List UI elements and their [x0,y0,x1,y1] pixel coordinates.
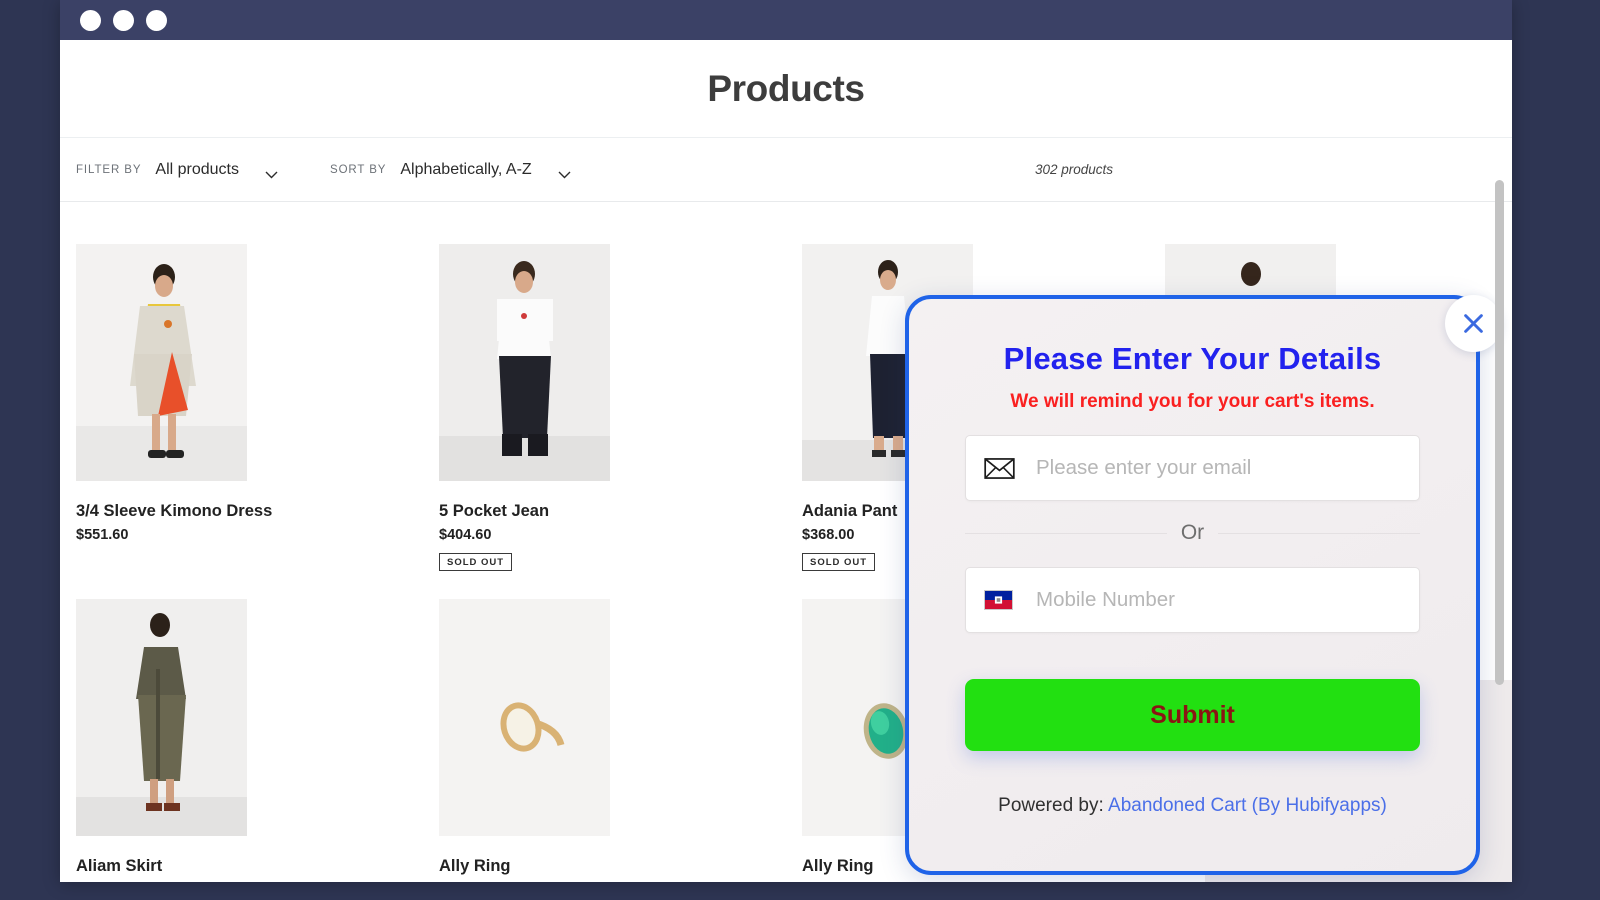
browser-window: Products FILTER BY All products SORT BY … [60,0,1512,882]
product-title: 3/4 Sleeve Kimono Dress [76,502,273,520]
haiti-flag-icon[interactable] [984,590,1026,610]
filter-by-label: FILTER BY [76,163,142,176]
product-price: $551.60 [76,527,129,543]
sort-by-select[interactable]: Alphabetically, A-Z [400,160,571,179]
window-close-dot[interactable] [80,9,101,31]
product-title: Aliam Skirt [76,857,163,875]
scrollbar-thumb[interactable] [1495,180,1504,685]
email-input[interactable] [1026,456,1419,480]
product-card[interactable]: 3/4 Sleeve Kimono Dress $551.60 [76,244,407,571]
product-card[interactable]: Ally Ring [439,599,770,876]
sold-out-badge: SOLD OUT [439,553,513,571]
close-button[interactable] [1445,295,1502,352]
divider-line-right [1218,532,1421,534]
submit-button[interactable]: Submit [965,679,1420,751]
window-minimize-dot[interactable] [113,9,134,31]
powered-by-row: Powered by: Abandoned Cart (By Hubifyapp… [965,795,1420,817]
product-title: Ally Ring [439,857,511,875]
page-title: Products [707,67,865,109]
or-label: Or [1180,521,1205,544]
envelope-icon [984,457,1026,479]
product-card[interactable]: 5 Pocket Jean $404.60 SOLD OUT [439,244,770,571]
close-icon [1464,314,1483,333]
phone-field-wrapper[interactable] [965,567,1420,633]
or-divider: Or [965,521,1421,545]
phone-input[interactable] [1026,588,1419,612]
chevron-down-icon [265,166,278,178]
filter-bar: FILTER BY All products SORT BY Alphabeti… [60,138,1512,202]
email-field-wrapper[interactable] [965,435,1420,501]
sold-out-badge: SOLD OUT [802,553,876,571]
powered-by-label: Powered by: [998,795,1104,816]
modal-heading: Please Enter Your Details [1003,341,1382,376]
product-price: $404.60 [439,527,492,543]
filter-by-value: All products [155,160,239,178]
window-maximize-dot[interactable] [146,9,167,31]
page-viewport: Products FILTER BY All products SORT BY … [60,40,1512,882]
filter-by-select[interactable]: All products [155,161,278,179]
chevron-down-icon [558,166,571,178]
abandoned-cart-modal: Please Enter Your Details We will remind… [905,295,1502,875]
scrollbar-track[interactable] [1495,80,1508,882]
sort-by-label: SORT BY [330,163,387,176]
desktop-backdrop: Products FILTER BY All products SORT BY … [0,0,1600,900]
product-image[interactable] [439,599,610,836]
product-card[interactable]: Aliam Skirt [76,599,407,876]
product-title: 5 Pocket Jean [439,502,550,520]
product-count: 302 products [1035,162,1114,177]
page-header: Products [60,40,1512,138]
divider-line-left [965,532,1167,534]
product-image[interactable] [76,599,247,836]
powered-by-link[interactable]: Abandoned Cart (By Hubifyapps) [1108,795,1387,816]
sort-by-value: Alphabetically, A-Z [400,160,532,178]
browser-titlebar [60,0,1512,40]
product-image[interactable] [76,244,247,481]
product-image[interactable] [439,244,610,481]
modal-subheading: We will remind you for your cart's items… [1010,391,1375,412]
